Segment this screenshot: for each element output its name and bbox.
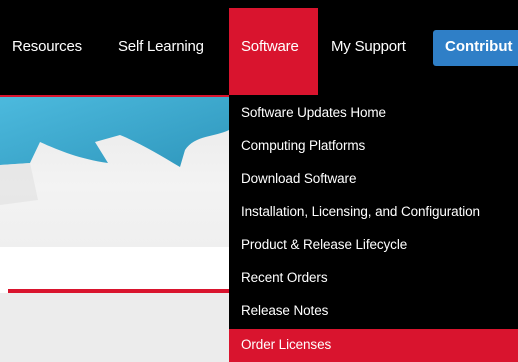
contribute-button-label: Contribut — [445, 38, 513, 55]
menu-item-download-software[interactable]: Download Software — [229, 163, 518, 196]
menu-item-label: Release Notes — [241, 303, 329, 318]
menu-item-label: Recent Orders — [241, 270, 328, 285]
menu-item-release-notes[interactable]: Release Notes — [229, 295, 518, 328]
menu-item-product-release-lifecycle[interactable]: Product & Release Lifecycle — [229, 229, 518, 262]
menu-item-order-licenses[interactable]: Order Licenses — [229, 329, 518, 362]
nav-item-software[interactable]: Software — [229, 8, 318, 95]
contribute-button[interactable]: Contribut — [433, 30, 518, 66]
menu-item-label: Download Software — [241, 171, 357, 186]
nav-item-resources[interactable]: Resources — [12, 38, 82, 55]
software-dropdown-menu: Software Updates Home Computing Platform… — [229, 95, 518, 362]
menu-item-label: Installation, Licensing, and Configurati… — [241, 204, 480, 219]
menu-item-label: Computing Platforms — [241, 138, 366, 153]
top-nav-bar: Resources Self Learning Software My Supp… — [0, 0, 518, 95]
menu-item-computing-platforms[interactable]: Computing Platforms — [229, 130, 518, 163]
nav-item-self-learning[interactable]: Self Learning — [118, 38, 204, 55]
menu-item-label: Software Updates Home — [241, 105, 386, 120]
menu-item-installation-licensing-configuration[interactable]: Installation, Licensing, and Configurati… — [229, 196, 518, 229]
menu-item-recent-orders[interactable]: Recent Orders — [229, 262, 518, 295]
menu-item-label: Order Licenses — [241, 337, 332, 352]
menu-item-software-updates-home[interactable]: Software Updates Home — [229, 97, 518, 130]
nav-item-my-support[interactable]: My Support — [331, 38, 406, 55]
menu-item-label: Product & Release Lifecycle — [241, 237, 408, 252]
nav-item-software-label: Software — [241, 38, 299, 55]
